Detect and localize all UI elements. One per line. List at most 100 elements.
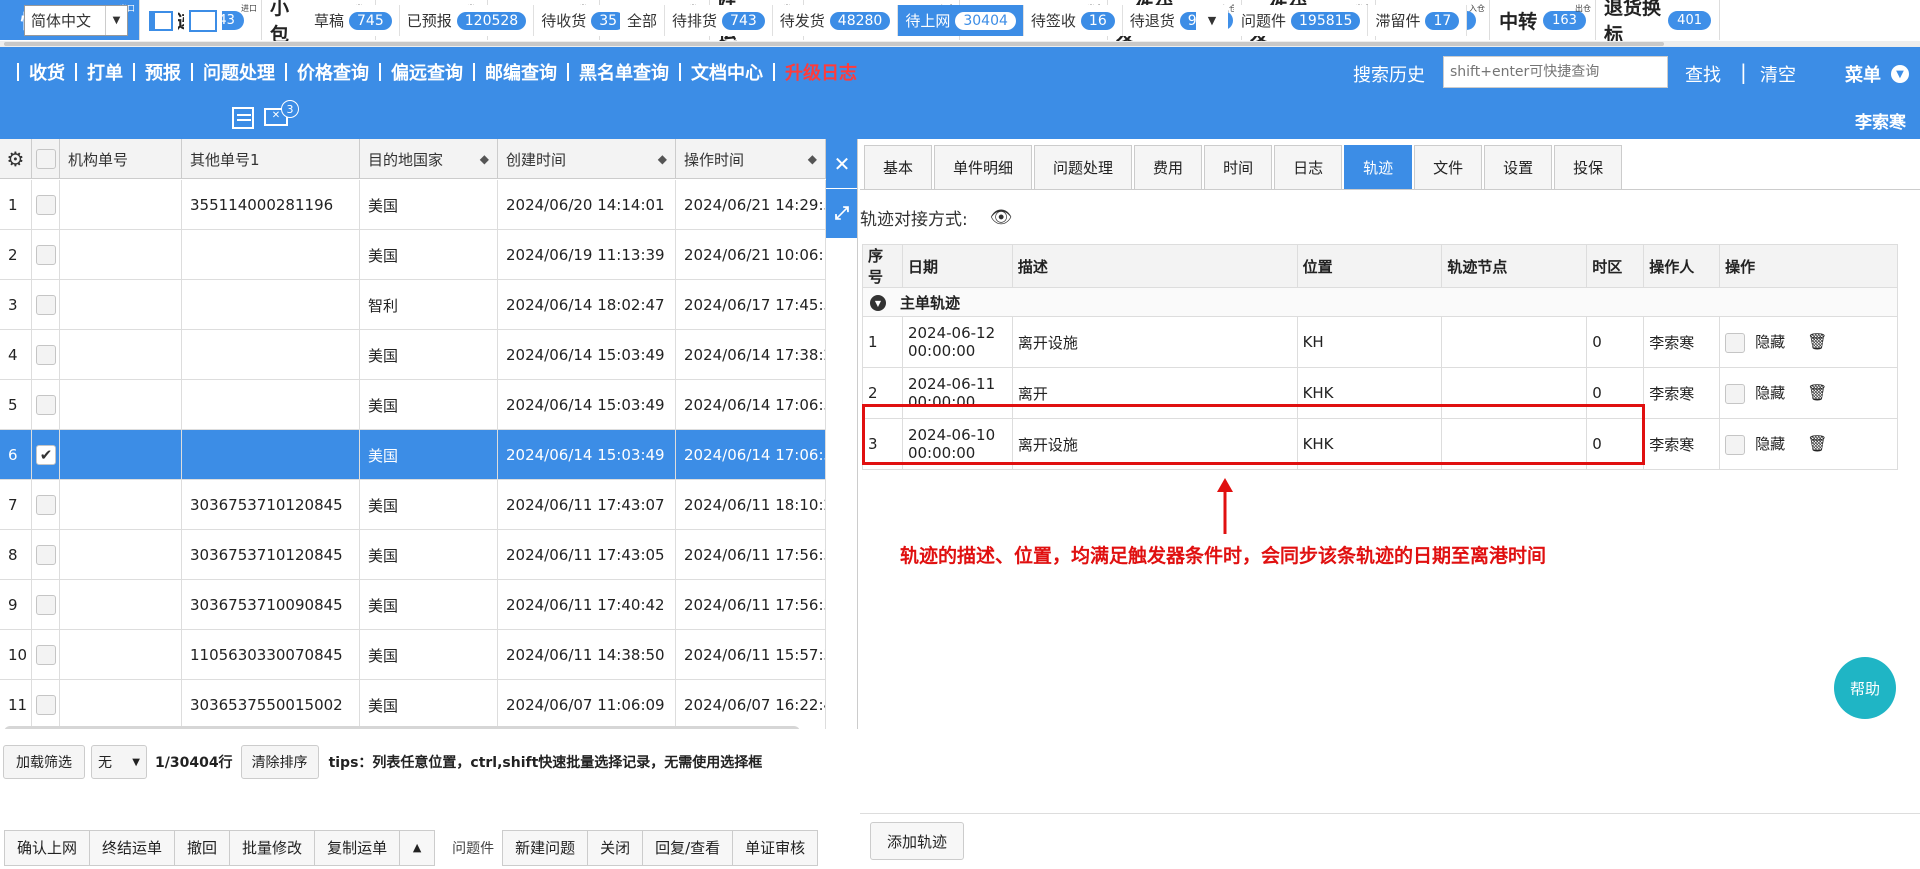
status-filter[interactable]: 全部 bbox=[620, 5, 666, 36]
trash-icon[interactable]: 🗑 bbox=[1807, 434, 1827, 453]
detail-tab[interactable]: 设置 bbox=[1484, 145, 1553, 189]
status-filter[interactable]: 待收货 35 bbox=[534, 5, 634, 36]
status-filter[interactable]: 草稿 745 bbox=[307, 5, 400, 36]
add-track-button[interactable]: 添加轨迹 bbox=[870, 822, 965, 860]
col-header-country[interactable]: 目的地国家 ◆ bbox=[360, 139, 498, 179]
col-header-other-no[interactable]: 其他单号1 bbox=[182, 139, 360, 179]
col-header-op-time[interactable]: 操作时间 ◆ bbox=[676, 139, 826, 179]
row-checkbox-cell[interactable] bbox=[32, 530, 60, 580]
table-row[interactable]: 11 3036537550015002 美国 2024/06/07 11:06:09 2… bbox=[0, 680, 826, 729]
filter-select[interactable]: 无 ▼ bbox=[91, 745, 147, 779]
row-checkbox[interactable] bbox=[36, 195, 56, 215]
problem-action-button[interactable]: 关闭 bbox=[587, 829, 644, 866]
scrollbar-thumb[interactable] bbox=[4, 42, 1664, 46]
table-row[interactable]: 6 ✔ 美国 2024/06/14 15:03:49 2024/06/14 17:06:… bbox=[0, 430, 826, 480]
nav-item[interactable]: 问题处理 bbox=[196, 59, 282, 85]
problem-action-button[interactable]: 回复/查看 bbox=[642, 829, 734, 866]
nav-item[interactable]: 文档中心 bbox=[684, 59, 770, 85]
table-row[interactable]: 8 3036753710120845 美国 2024/06/11 17:43:05 20… bbox=[0, 530, 826, 580]
detail-tab[interactable]: 问题处理 bbox=[1034, 145, 1133, 189]
nav-item[interactable]: 价格查询 bbox=[290, 59, 376, 85]
action-button[interactable]: 终结运单 bbox=[89, 829, 176, 866]
col-header-created[interactable]: 创建时间 ◆ bbox=[498, 139, 676, 179]
nav-item[interactable]: 收货 bbox=[22, 59, 72, 85]
expand-icon[interactable]: ⤢ bbox=[826, 189, 857, 239]
status-filter[interactable]: 待上网 30404 bbox=[898, 5, 1024, 36]
detail-tab[interactable]: 基本 bbox=[864, 145, 933, 189]
trash-icon[interactable]: 🗑 bbox=[1807, 332, 1827, 351]
table-row[interactable]: 10 1105630330070845 美国 2024/06/11 14:38:50 2… bbox=[0, 630, 826, 680]
row-checkbox[interactable] bbox=[36, 695, 56, 715]
table-row[interactable]: 1 355114000281196 美国 2024/06/20 14:14:01 202… bbox=[0, 180, 826, 230]
eye-icon[interactable]: 👁 bbox=[990, 207, 1013, 228]
menu-button[interactable]: 菜单 ▼ bbox=[1845, 61, 1909, 87]
detail-tab[interactable]: 文件 bbox=[1414, 145, 1483, 189]
help-button[interactable]: 帮助 bbox=[1834, 657, 1896, 719]
nav-item[interactable]: 邮编查询 bbox=[478, 59, 564, 85]
row-checkbox-cell[interactable] bbox=[32, 280, 60, 330]
layout-split-icon[interactable] bbox=[144, 5, 178, 36]
nav-item[interactable]: 黑名单查询 bbox=[572, 59, 676, 85]
row-checkbox-cell[interactable] bbox=[32, 230, 60, 280]
search-input[interactable] bbox=[1443, 56, 1668, 88]
row-checkbox-cell[interactable]: ✔ bbox=[32, 430, 60, 480]
list-icon[interactable] bbox=[232, 107, 254, 129]
track-row[interactable]: 1 2024-06-12 00:00:00 离开设施 KH 0 李索寒 隐藏 🗑 bbox=[862, 316, 1898, 368]
gear-icon[interactable]: ⚙ bbox=[0, 139, 32, 179]
row-checkbox[interactable] bbox=[36, 295, 56, 315]
row-checkbox[interactable]: ✔ bbox=[36, 445, 56, 465]
close-icon[interactable]: ✕ bbox=[826, 139, 857, 189]
grid-horizontal-scrollbar[interactable] bbox=[4, 726, 800, 729]
row-checkbox-cell[interactable] bbox=[32, 680, 60, 729]
table-row[interactable]: 2 美国2024/06/19 11:13:392024/06/21 10:06:1… bbox=[0, 230, 826, 280]
row-checkbox-cell[interactable] bbox=[32, 330, 60, 380]
action-button[interactable]: 确认上网 bbox=[4, 829, 91, 866]
status-filter[interactable]: 已预报 120528 bbox=[400, 5, 535, 36]
row-checkbox-cell[interactable] bbox=[32, 630, 60, 680]
select-all-checkbox[interactable] bbox=[32, 139, 60, 179]
problem-action-button[interactable]: 单证审核 bbox=[732, 829, 819, 866]
status-filter[interactable]: 待发货 48280 bbox=[773, 5, 899, 36]
top-tab[interactable]: 退货换标 401 bbox=[1596, 0, 1720, 41]
find-button[interactable]: 查找 bbox=[1685, 61, 1721, 87]
problem-action-button[interactable]: 新建问题 bbox=[502, 829, 589, 866]
action-button[interactable]: 撤回 bbox=[174, 829, 231, 866]
hide-checkbox[interactable] bbox=[1725, 332, 1746, 353]
clear-button[interactable]: 清空 bbox=[1760, 61, 1796, 87]
status-filter[interactable]: 滞留件 17 bbox=[1368, 5, 1468, 36]
track-row[interactable]: 2 2024-06-11 00:00:00 离开 KHK 0 李索寒 隐藏 🗑 bbox=[862, 367, 1898, 419]
load-filter-button[interactable]: 加载筛选 bbox=[3, 745, 85, 779]
table-row[interactable]: 9 3036753710090845 美国 2024/06/11 17:40:42 20… bbox=[0, 580, 826, 630]
status-filter[interactable]: 待签收 16 bbox=[1024, 5, 1123, 36]
layout-full-icon[interactable] bbox=[184, 5, 222, 36]
row-checkbox-cell[interactable] bbox=[32, 480, 60, 530]
track-group-row[interactable]: ▼ 主单轨迹 bbox=[862, 287, 1898, 317]
detail-tab[interactable]: 轨迹 bbox=[1344, 145, 1413, 189]
col-header-org-no[interactable]: 机构单号 bbox=[60, 139, 182, 179]
chevron-up-icon[interactable]: ▲ bbox=[399, 829, 436, 866]
row-checkbox[interactable] bbox=[36, 495, 56, 515]
nav-item-upgrade-log[interactable]: 升级日志 bbox=[778, 59, 864, 85]
detail-tab[interactable]: 日志 bbox=[1274, 145, 1343, 189]
table-row[interactable]: 3 智利2024/06/14 18:02:472024/06/17 17:45:5… bbox=[0, 280, 826, 330]
detail-tab[interactable]: 费用 bbox=[1134, 145, 1203, 189]
action-button[interactable]: 批量修改 bbox=[229, 829, 316, 866]
clear-sort-button[interactable]: 清除排序 bbox=[240, 745, 319, 779]
row-checkbox[interactable] bbox=[36, 245, 56, 265]
row-checkbox-cell[interactable] bbox=[32, 180, 60, 230]
table-row[interactable]: 5 美国2024/06/14 15:03:492024/06/14 17:06:5… bbox=[0, 380, 826, 430]
nav-item[interactable]: 预报 bbox=[138, 59, 188, 85]
trash-icon[interactable]: 🗑 bbox=[1807, 383, 1827, 402]
table-row[interactable]: 4 美国2024/06/14 15:03:492024/06/14 17:38:2… bbox=[0, 330, 826, 380]
hide-checkbox[interactable] bbox=[1725, 383, 1746, 404]
row-checkbox[interactable] bbox=[36, 595, 56, 615]
nav-item[interactable]: 偏远查询 bbox=[384, 59, 470, 85]
row-checkbox[interactable] bbox=[36, 345, 56, 365]
row-checkbox[interactable] bbox=[36, 395, 56, 415]
status-filter[interactable]: 问题件 195815 bbox=[1234, 5, 1369, 36]
table-row[interactable]: 7 3036753710120845 美国 2024/06/11 17:43:07 20… bbox=[0, 480, 826, 530]
nav-item[interactable]: 打单 bbox=[80, 59, 130, 85]
detail-tab[interactable]: 时间 bbox=[1204, 145, 1273, 189]
row-checkbox-cell[interactable] bbox=[32, 380, 60, 430]
hide-checkbox[interactable] bbox=[1725, 434, 1746, 455]
